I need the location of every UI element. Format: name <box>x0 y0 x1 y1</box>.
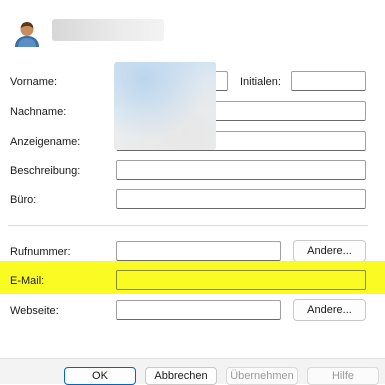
description-field[interactable] <box>116 160 366 180</box>
ok-button[interactable]: OK <box>64 367 136 385</box>
display-name-label: Anzeigename: <box>10 136 81 148</box>
email-field[interactable] <box>116 270 366 290</box>
description-label: Beschreibung: <box>10 165 81 177</box>
phone-other-button[interactable]: Andere... <box>293 240 366 262</box>
initials-field[interactable] <box>291 71 366 91</box>
website-label: Webseite: <box>10 305 59 317</box>
user-icon <box>12 20 42 48</box>
cancel-button[interactable]: Abbrechen <box>145 367 217 385</box>
help-button[interactable]: Hilfe <box>307 367 379 385</box>
redacted-user-name <box>52 19 164 41</box>
phone-label: Rufnummer: <box>10 246 71 258</box>
redacted-name-values <box>114 62 216 150</box>
first-name-label: Vorname: <box>10 76 58 88</box>
office-label: Büro: <box>10 194 37 206</box>
email-label: E-Mail: <box>10 275 45 287</box>
apply-button[interactable]: Übernehmen <box>226 367 298 385</box>
office-field[interactable] <box>116 189 366 209</box>
website-other-button[interactable]: Andere... <box>293 299 366 321</box>
last-name-label: Nachname: <box>10 106 67 118</box>
initials-label: Initialen: <box>240 76 281 88</box>
section-divider <box>8 225 368 226</box>
phone-field[interactable] <box>116 241 281 261</box>
website-field[interactable] <box>116 300 281 320</box>
